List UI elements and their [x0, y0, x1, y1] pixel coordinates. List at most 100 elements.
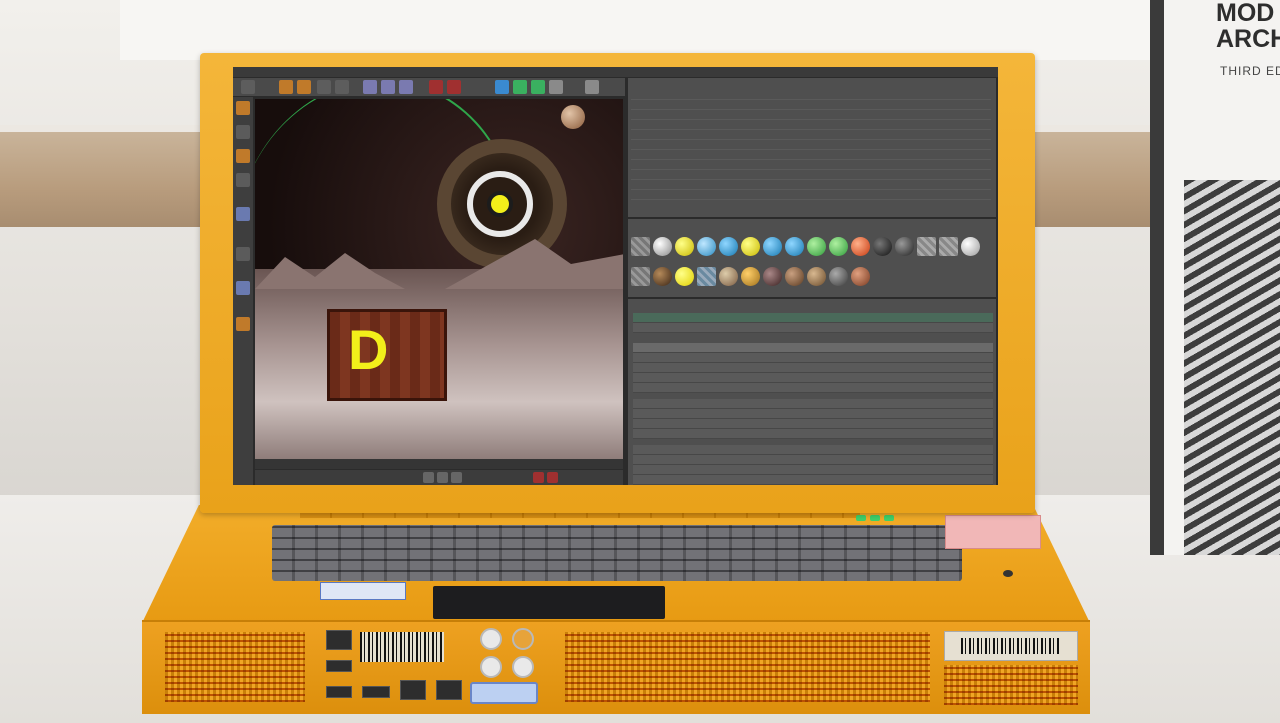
material-swatch[interactable] [829, 237, 848, 256]
object-row[interactable] [631, 151, 991, 160]
keyboard[interactable] [272, 525, 962, 581]
3d-viewport[interactable]: D [255, 99, 623, 459]
toolbar-button[interactable] [495, 80, 509, 94]
power-knob[interactable] [512, 628, 534, 650]
toolbar-button[interactable] [549, 80, 563, 94]
material-swatch[interactable] [763, 237, 782, 256]
attribute-row[interactable] [633, 419, 993, 429]
material-swatch[interactable] [697, 267, 716, 286]
toolbar-button[interactable] [381, 80, 395, 94]
usb-port[interactable] [326, 686, 352, 698]
material-swatch[interactable] [719, 237, 738, 256]
toolbar-button[interactable] [429, 80, 443, 94]
step-button[interactable] [451, 472, 462, 483]
tool-button[interactable] [236, 207, 250, 221]
attribute-row[interactable] [633, 363, 993, 373]
audio-jack[interactable] [512, 656, 534, 678]
status-led [884, 515, 894, 521]
record-button[interactable] [547, 472, 558, 483]
toolbar-button[interactable] [279, 80, 293, 94]
tool-button[interactable] [236, 125, 250, 139]
material-swatch[interactable] [785, 267, 804, 286]
material-swatch[interactable] [939, 237, 958, 256]
toolbar-button[interactable] [585, 80, 599, 94]
toolbar-button[interactable] [317, 80, 331, 94]
tool-button[interactable] [236, 101, 250, 115]
material-swatch[interactable] [851, 267, 870, 286]
material-swatch[interactable] [653, 267, 672, 286]
attribute-header [633, 313, 993, 323]
material-swatch[interactable] [763, 267, 782, 286]
material-swatch[interactable] [785, 237, 804, 256]
object-row[interactable] [631, 181, 991, 190]
object-row[interactable] [631, 161, 991, 170]
ethernet-port[interactable] [436, 680, 462, 700]
ethernet-port[interactable] [326, 630, 352, 650]
material-swatch[interactable] [961, 237, 980, 256]
ethernet-port[interactable] [400, 680, 426, 700]
attribute-row[interactable] [633, 465, 993, 475]
touchpad[interactable] [433, 586, 665, 619]
material-swatch[interactable] [719, 267, 738, 286]
book-title-line-1: MOD [1216, 0, 1275, 27]
object-row[interactable] [631, 101, 991, 110]
object-row[interactable] [631, 111, 991, 120]
material-swatch[interactable] [631, 237, 650, 256]
timeline-bar[interactable] [255, 459, 623, 469]
usb-port[interactable] [362, 686, 390, 698]
audio-jack[interactable] [480, 656, 502, 678]
material-swatch[interactable] [851, 237, 870, 256]
audio-jack[interactable] [480, 628, 502, 650]
object-row[interactable] [631, 131, 991, 140]
material-swatch[interactable] [631, 267, 650, 286]
material-swatch[interactable] [675, 237, 694, 256]
usb-port[interactable] [326, 660, 352, 672]
material-swatch[interactable] [741, 237, 760, 256]
attribute-row[interactable] [633, 399, 993, 409]
object-row[interactable] [631, 171, 991, 180]
attribute-row[interactable] [633, 343, 993, 353]
toolbar-button[interactable] [513, 80, 527, 94]
toolbar-button[interactable] [335, 80, 349, 94]
attribute-row[interactable] [633, 409, 993, 419]
toolbar-button[interactable] [531, 80, 545, 94]
book-title-line-2: ARCH [1216, 25, 1280, 53]
material-swatch[interactable] [829, 267, 848, 286]
material-swatch[interactable] [807, 237, 826, 256]
toolbar-button[interactable] [241, 80, 255, 94]
attribute-row[interactable] [633, 429, 993, 439]
tool-button[interactable] [236, 149, 250, 163]
step-button[interactable] [437, 472, 448, 483]
material-swatch[interactable] [807, 267, 826, 286]
object-row[interactable] [631, 91, 991, 100]
vga-port[interactable] [470, 682, 538, 704]
toolbar-button[interactable] [363, 80, 377, 94]
material-swatch[interactable] [917, 237, 936, 256]
attribute-tabs[interactable] [633, 323, 993, 333]
power-button[interactable] [1003, 570, 1013, 577]
tool-button[interactable] [236, 173, 250, 187]
attribute-row[interactable] [633, 373, 993, 383]
attribute-row[interactable] [633, 383, 993, 393]
toolbar-button[interactable] [297, 80, 311, 94]
toolbar-button[interactable] [447, 80, 461, 94]
object-row[interactable] [631, 141, 991, 150]
attribute-row[interactable] [633, 445, 993, 455]
object-row[interactable] [631, 121, 991, 130]
record-button[interactable] [533, 472, 544, 483]
attribute-row[interactable] [633, 475, 993, 485]
attribute-row[interactable] [633, 353, 993, 363]
object-row[interactable] [631, 191, 991, 200]
material-swatch[interactable] [697, 237, 716, 256]
material-swatch[interactable] [873, 237, 892, 256]
material-swatch[interactable] [675, 267, 694, 286]
tool-button[interactable] [236, 247, 250, 261]
material-swatch[interactable] [895, 237, 914, 256]
material-swatch[interactable] [653, 237, 672, 256]
play-button[interactable] [423, 472, 434, 483]
attribute-row[interactable] [633, 455, 993, 465]
tool-button[interactable] [236, 281, 250, 295]
toolbar-button[interactable] [399, 80, 413, 94]
tool-button[interactable] [236, 317, 250, 331]
material-swatch[interactable] [741, 267, 760, 286]
